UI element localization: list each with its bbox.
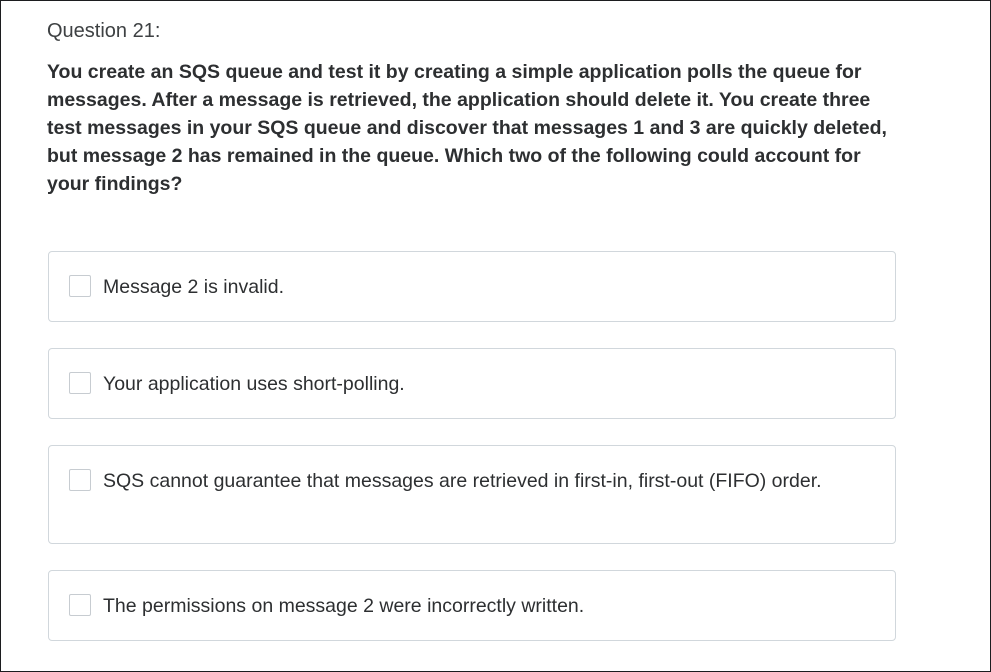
answer-option-label: Message 2 is invalid. — [103, 276, 285, 298]
quiz-panel: Question 21: You create an SQS queue and… — [0, 0, 991, 672]
answer-option-4[interactable]: The permissions on message 2 were incorr… — [48, 570, 896, 641]
checkbox-icon[interactable] — [69, 469, 91, 491]
question-number: Question 21: — [47, 20, 161, 42]
question-prompt: You create an SQS queue and test it by c… — [47, 61, 887, 195]
answer-option-label: SQS cannot guarantee that messages are r… — [103, 470, 822, 492]
answer-option-label: The permissions on message 2 were incorr… — [103, 595, 585, 617]
checkbox-icon[interactable] — [69, 275, 91, 297]
answer-option-2[interactable]: Your application uses short-polling. — [48, 348, 896, 419]
answer-option-1[interactable]: Message 2 is invalid. — [48, 251, 896, 322]
answer-option-3[interactable]: SQS cannot guarantee that messages are r… — [48, 445, 896, 544]
checkbox-icon[interactable] — [69, 372, 91, 394]
checkbox-icon[interactable] — [69, 594, 91, 616]
answer-option-label: Your application uses short-polling. — [103, 373, 405, 395]
